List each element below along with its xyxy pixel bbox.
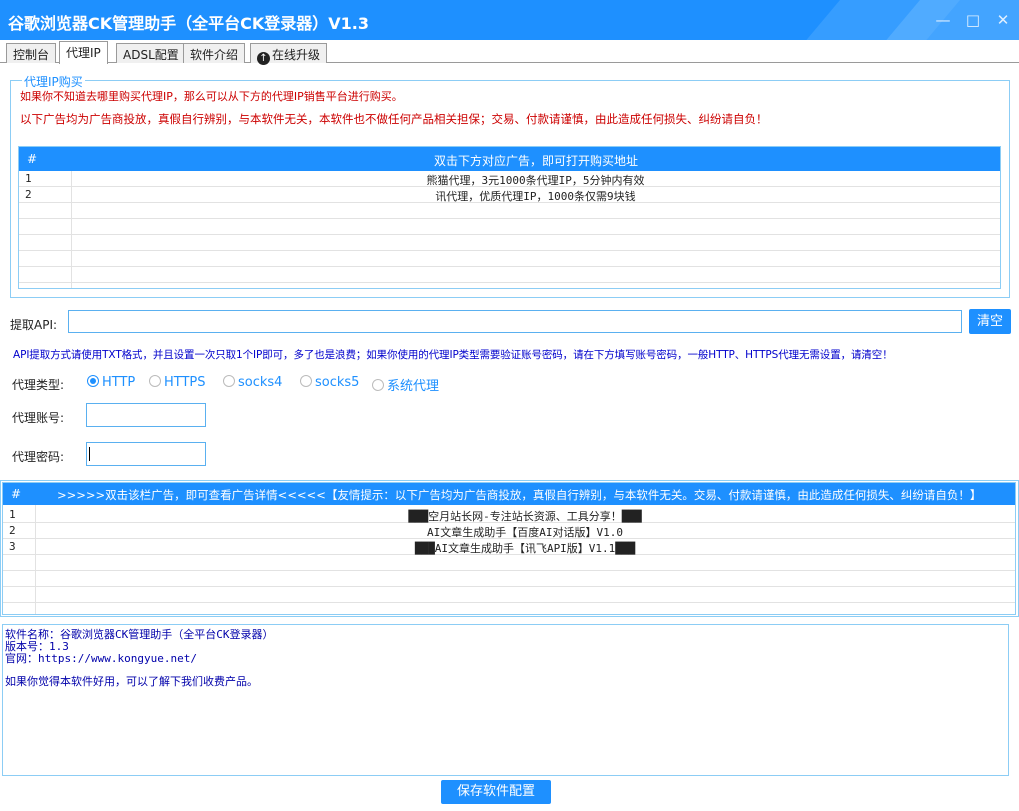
info-line-promo: 如果你觉得本软件好用，可以了解下我们收费产品。 <box>5 675 258 688</box>
info-line-website: 官网：https://www.kongyue.net/ <box>5 652 197 665</box>
row-text: 熊猫代理，3元1000条代理IP，5分钟内有效 <box>426 174 645 187</box>
empty-row <box>19 267 1000 283</box>
table-row[interactable]: 2 AI文章生成助手【百度AI对话版】V1.0 <box>3 523 1015 539</box>
title-bar: 谷歌浏览器CK管理助手（全平台CK登录器）V1.3 — □ ✕ <box>0 0 1019 40</box>
close-icon[interactable]: ✕ <box>995 12 1011 28</box>
empty-row <box>19 251 1000 267</box>
row-text: ███空月站长网-专注站长资源、工具分享！███ <box>408 510 642 523</box>
ads-grid: # >>>>>双击该栏广告，即可查看广告详情<<<<<【友情提示：以下广告均为广… <box>2 482 1016 615</box>
radio-label: socks4 <box>238 375 283 390</box>
row-text: AI文章生成助手【百度AI对话版】V1.0 <box>427 526 623 539</box>
radio-label: socks5 <box>315 375 360 390</box>
column-header-num: # <box>11 487 22 501</box>
tab-label: ADSL配置 <box>123 48 179 62</box>
api-tip: API提取方式请使用TXT格式，并且设置一次只取1个IP即可，多了也是浪费；如果… <box>13 349 893 361</box>
tab-proxy-ip[interactable]: 代理IP <box>59 41 108 64</box>
proxy-vendor-grid: # 双击下方对应广告，即可打开购买地址 1 熊猫代理，3元1000条代理IP，5… <box>18 146 1001 289</box>
radio-https[interactable]: HTTPS <box>149 375 206 390</box>
clear-button[interactable]: 清空 <box>969 309 1011 334</box>
radio-label: 系统代理 <box>387 379 440 394</box>
row-text: 讯代理，优质代理IP，1000条仅需9块钱 <box>435 190 636 203</box>
radio-checked-icon <box>87 375 99 387</box>
column-header-num: # <box>27 152 38 166</box>
tab-label: 控制台 <box>13 48 50 62</box>
save-config-button[interactable]: 保存软件配置 <box>441 780 551 804</box>
api-label: 提取API: <box>10 318 58 332</box>
radio-unchecked-icon <box>223 375 235 387</box>
radio-http[interactable]: HTTP <box>87 375 135 390</box>
account-label: 代理账号: <box>12 411 65 425</box>
software-info-box[interactable]: 软件名称：谷歌浏览器CK管理助手（全平台CK登录器） 版本号：1.3 官网：ht… <box>2 624 1009 776</box>
radio-unchecked-icon <box>149 375 161 387</box>
empty-row <box>3 571 1015 587</box>
tab-console[interactable]: 控制台 <box>6 43 57 63</box>
tab-about[interactable]: 软件介绍 <box>183 43 246 63</box>
row-text: ███AI文章生成助手【讯飞API版】V1.1███ <box>414 542 636 555</box>
tab-label: 代理IP <box>66 46 101 60</box>
grid-header: # 双击下方对应广告，即可打开购买地址 <box>19 147 1000 171</box>
maximize-icon[interactable]: □ <box>965 12 981 28</box>
radio-unchecked-icon <box>300 375 312 387</box>
purchase-notice: 如果你不知道去哪里购买代理IP，那么可以从下方的代理IP销售平台进行购买。 <box>20 90 403 103</box>
empty-row <box>3 587 1015 603</box>
tab-strip: 控制台 代理IP ADSL配置 软件介绍 ↑ 在线升级 <box>0 40 1019 65</box>
password-label: 代理密码: <box>12 450 65 464</box>
table-row[interactable]: 3 ███AI文章生成助手【讯飞API版】V1.1███ <box>3 539 1015 555</box>
table-row[interactable]: 2 讯代理，优质代理IP，1000条仅需9块钱 <box>19 187 1000 203</box>
tab-label: 软件介绍 <box>190 48 239 62</box>
empty-row <box>19 235 1000 251</box>
proxy-type-label: 代理类型: <box>12 378 65 392</box>
tab-update[interactable]: ↑ 在线升级 <box>250 43 328 65</box>
radio-socks5[interactable]: socks5 <box>300 375 359 390</box>
account-input[interactable] <box>86 403 206 427</box>
radio-socks4[interactable]: socks4 <box>223 375 282 390</box>
table-row[interactable]: 1 ███空月站长网-专注站长资源、工具分享！███ <box>3 507 1015 523</box>
radio-unchecked-icon <box>372 379 384 391</box>
empty-row <box>3 555 1015 571</box>
minimize-icon[interactable]: — <box>935 12 951 28</box>
upload-circle-icon: ↑ <box>257 52 270 65</box>
row-number: 3 <box>9 540 16 553</box>
column-header-title: 双击下方对应广告，即可打开购买地址 <box>434 154 639 168</box>
text-caret <box>89 447 90 461</box>
window-title: 谷歌浏览器CK管理助手（全平台CK登录器）V1.3 <box>8 14 370 33</box>
radio-system-proxy[interactable]: 系统代理 <box>372 375 439 394</box>
grid-header: # >>>>>双击该栏广告，即可查看广告详情<<<<<【友情提示：以下广告均为广… <box>3 483 1015 505</box>
radio-label: HTTP <box>102 375 136 390</box>
column-header-title: >>>>>双击该栏广告，即可查看广告详情<<<<<【友情提示：以下广告均为广告商… <box>57 488 982 502</box>
table-row[interactable]: 1 熊猫代理，3元1000条代理IP，5分钟内有效 <box>19 171 1000 187</box>
api-input[interactable] <box>68 310 962 333</box>
empty-row <box>19 203 1000 219</box>
row-number: 1 <box>9 508 16 521</box>
radio-label: HTTPS <box>164 375 206 390</box>
tab-adsl[interactable]: ADSL配置 <box>116 43 186 63</box>
tab-label: 在线升级 <box>272 48 321 62</box>
empty-row <box>19 219 1000 235</box>
disclaimer-notice: 以下广告均为广告商投放，真假自行辨别，与本软件无关，本软件也不做任何产品相关担保… <box>20 112 768 126</box>
row-number: 2 <box>9 524 16 537</box>
password-input[interactable] <box>86 442 206 466</box>
